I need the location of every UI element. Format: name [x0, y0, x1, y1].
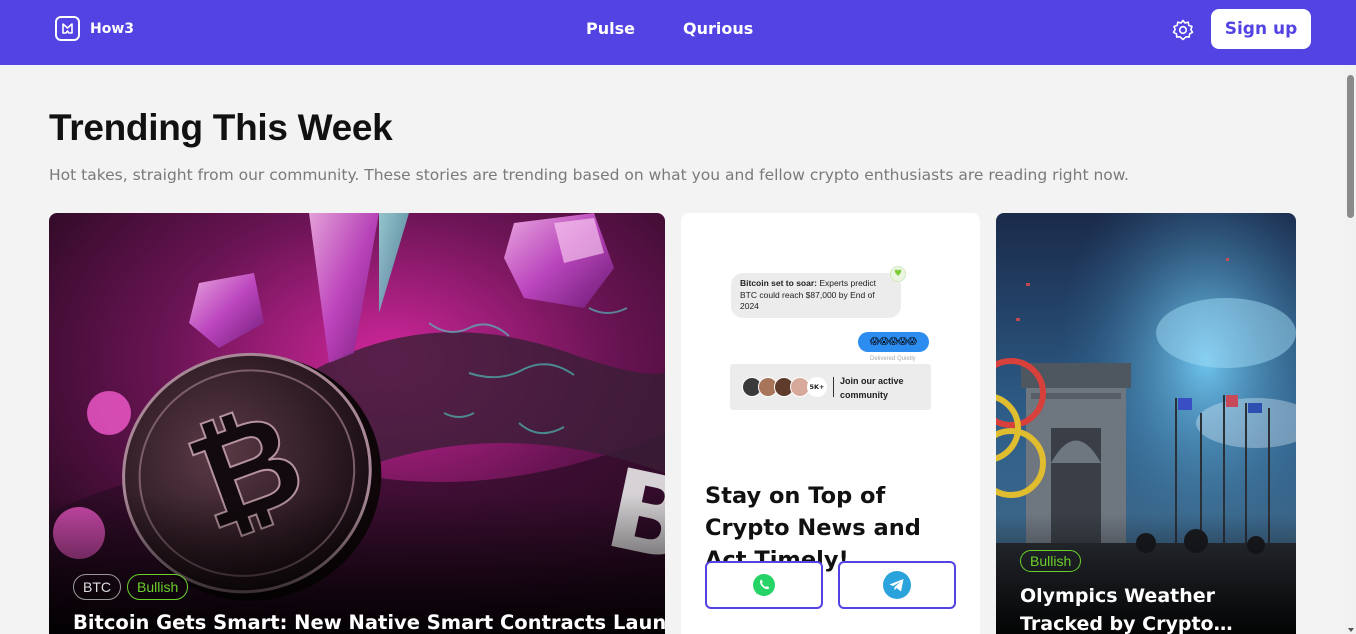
member-count: 5K+	[807, 377, 827, 397]
tag-bullish[interactable]: Bullish	[1020, 550, 1082, 572]
logo-text: How3	[90, 20, 135, 37]
delivered-label: Delivered Quietly	[870, 356, 916, 362]
chat-bubble-outgoing: 😱😱😱😱😱	[858, 332, 929, 352]
top-navbar: How3 Pulse Qurious Sign up	[0, 0, 1356, 65]
logo-icon	[55, 16, 80, 41]
scroll-down-arrow[interactable]	[1348, 628, 1354, 632]
chat-bubble-incoming: Bitcoin set to soar: Experts predict BTC…	[731, 273, 901, 318]
tag-bullish[interactable]: Bullish	[127, 574, 189, 600]
article-card-bitcoin[interactable]: ₿ B BTC Bullish Bitcoin Gets Smart: New …	[49, 213, 665, 634]
tag-btc[interactable]: BTC	[73, 574, 121, 600]
article-card-olympics[interactable]: Bullish Olympics Weather Tracked by Cryp…	[996, 213, 1296, 634]
community-banner[interactable]: 5K+ Join our active community	[730, 364, 931, 410]
tag-list: BTC Bullish	[73, 574, 189, 600]
article-title[interactable]: Bitcoin Gets Smart: New Native Smart Con…	[73, 611, 665, 634]
nav-link-pulse[interactable]: Pulse	[586, 19, 635, 38]
page-title: Trending This Week	[49, 107, 393, 148]
heart-icon: ♥	[890, 266, 906, 282]
logo[interactable]: How3	[55, 16, 134, 41]
telegram-button[interactable]	[838, 561, 956, 609]
nav-links: Pulse Qurious	[586, 19, 753, 38]
telegram-icon	[883, 571, 911, 599]
signup-button[interactable]: Sign up	[1211, 9, 1311, 49]
article-title[interactable]: Olympics Weather Tracked by Crypto…	[1020, 582, 1280, 634]
whatsapp-button[interactable]	[705, 561, 823, 609]
whatsapp-icon	[753, 574, 775, 596]
divider	[833, 377, 834, 397]
page-scrollbar[interactable]	[1345, 65, 1356, 634]
join-community-text: Join our active community	[840, 376, 904, 400]
nav-link-qurious[interactable]: Qurious	[683, 19, 753, 38]
scrollbar-thumb[interactable]	[1347, 75, 1354, 218]
community-promo-card: Bitcoin set to soar: Experts predict BTC…	[681, 213, 980, 634]
page-subtitle: Hot takes, straight from our community. …	[49, 166, 1129, 184]
tag-list: Bullish	[1020, 550, 1082, 572]
gear-icon[interactable]	[1171, 18, 1195, 42]
chat-bubble-bold: Bitcoin set to soar:	[740, 278, 817, 288]
